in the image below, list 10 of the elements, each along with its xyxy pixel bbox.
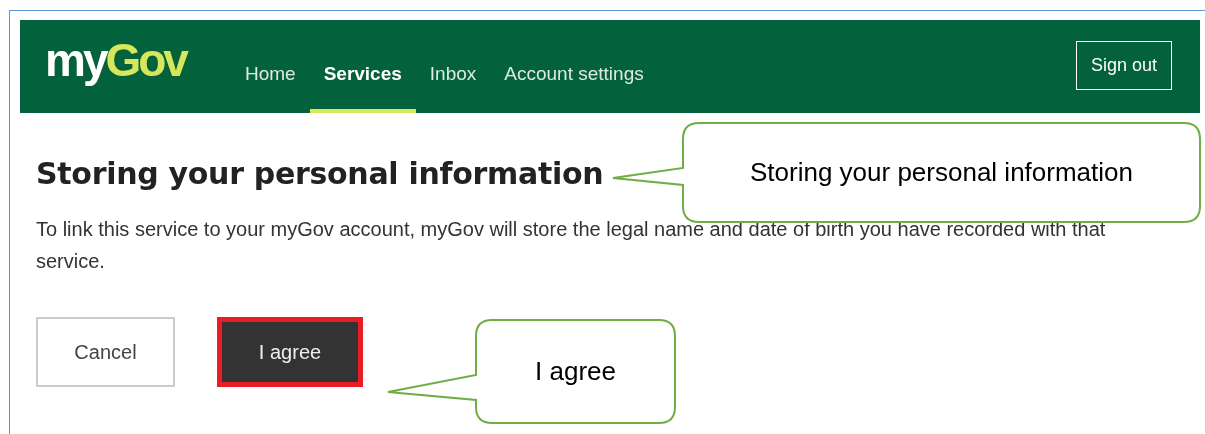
nav-tab[interactable]: Account settings [490,20,658,113]
cancel-button[interactable]: Cancel [36,317,175,387]
callout-text: Storing your personal information [750,157,1133,188]
nav-tab[interactable]: Inbox [415,20,491,113]
agree-button[interactable]: I agree [217,317,363,387]
nav-tab[interactable]: Home [230,20,310,113]
sign-out-button[interactable]: Sign out [1075,41,1172,90]
callout-text: I agree [535,356,616,387]
nav-tab[interactable]: Services [309,20,416,113]
page-heading: Storing your personal information [36,156,604,191]
